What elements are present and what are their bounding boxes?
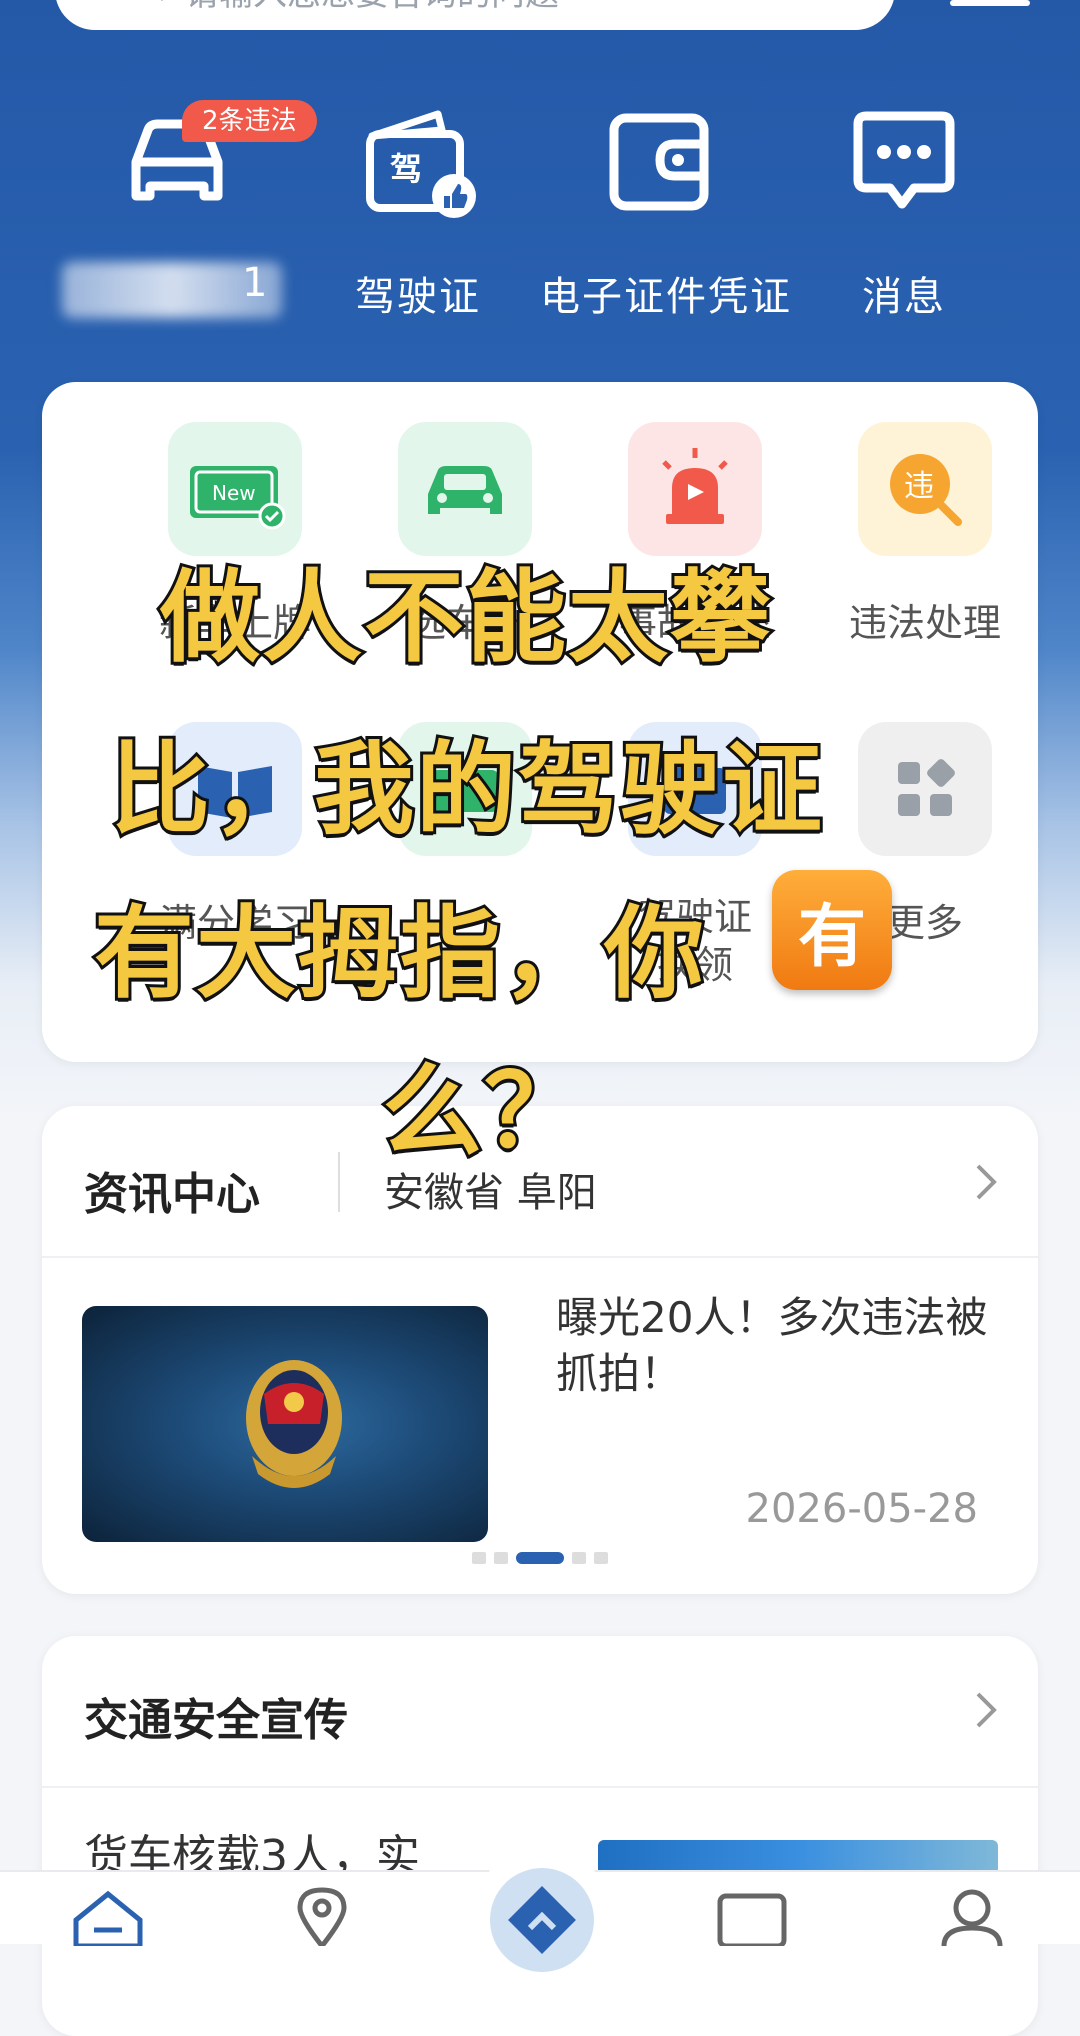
- news-date: 2026-05-28: [745, 1486, 978, 1532]
- divider: [338, 1152, 340, 1212]
- svg-text:违: 违: [904, 469, 934, 504]
- e-certificate-label: 电子证件凭证: [540, 274, 792, 320]
- license-label: 驾驶证: [355, 274, 481, 320]
- chevron-right-icon: [976, 1692, 997, 1728]
- news-card: 资讯中心 安徽省 阜阳 曝光20人！多次违法被抓拍！ 2026-05-28: [42, 1106, 1038, 1594]
- search-placeholder: 请输入您想要咨询的问题: [185, 0, 559, 15]
- service-violation[interactable]: 违 违法处理: [800, 422, 1050, 647]
- center-tab-button[interactable]: [490, 1868, 594, 1972]
- carousel-dot[interactable]: [594, 1552, 608, 1564]
- caption-line-4: 么？: [379, 1050, 587, 1173]
- plate-suffix: 1: [242, 260, 268, 306]
- messages-label: 消息: [862, 274, 946, 320]
- violation-search-icon: 违: [858, 422, 992, 556]
- license-item[interactable]: 驾 驾驶证: [298, 100, 538, 322]
- svg-text:New: New: [212, 481, 256, 505]
- driver-license-icon: 驾: [366, 110, 476, 218]
- you-badge: 有: [772, 870, 892, 990]
- carousel-dot-active[interactable]: [516, 1552, 564, 1564]
- search-bar[interactable]: 请输入您想要咨询的问题: [55, 0, 895, 30]
- carousel-dot[interactable]: [494, 1552, 508, 1564]
- profile-icon[interactable]: [932, 1886, 1012, 1946]
- news-headline[interactable]: 曝光20人！多次违法被抓拍！: [556, 1290, 996, 1402]
- service-label: 违法处理: [848, 601, 1001, 645]
- wallet-icon: [609, 113, 709, 211]
- grid-more-icon: [858, 722, 992, 856]
- messages-item[interactable]: 消息: [784, 100, 1024, 322]
- violation-badge: 2条违法: [182, 100, 317, 142]
- location-icon[interactable]: [282, 1886, 362, 1946]
- search-icon: [160, 0, 163, 2]
- carousel-dot[interactable]: [472, 1552, 486, 1564]
- carousel-dots: [472, 1552, 608, 1564]
- police-emblem-icon: [246, 1360, 342, 1488]
- caption-line-1: 做人不能太攀: [157, 556, 773, 679]
- caption-line-3: 有大拇指，你: [91, 892, 707, 1015]
- carousel-dot[interactable]: [572, 1552, 586, 1564]
- caption-line-2: 比，我的驾驶证: [107, 728, 825, 851]
- e-certificate-item[interactable]: 电子证件凭证: [540, 100, 792, 322]
- chevron-right-icon: [976, 1164, 997, 1200]
- road-sign-icon: [508, 1886, 576, 1954]
- safety-card: 交通安全宣传 货车核载3人，实: [42, 1636, 1038, 2036]
- menu-icon[interactable]: [950, 0, 1030, 14]
- quick-actions: 1 2条违法 驾 驾驶证 电子证件凭证 消息: [0, 100, 1080, 330]
- safety-title: 交通安全宣传: [84, 1695, 348, 1746]
- home-icon[interactable]: [68, 1886, 148, 1946]
- chat-bubble-icon: [853, 111, 955, 209]
- card-icon[interactable]: [712, 1886, 792, 1946]
- svg-text:驾: 驾: [390, 150, 422, 188]
- safety-header[interactable]: 交通安全宣传: [42, 1636, 1038, 1788]
- news-title: 资讯中心: [84, 1169, 260, 1220]
- news-image[interactable]: [82, 1306, 488, 1542]
